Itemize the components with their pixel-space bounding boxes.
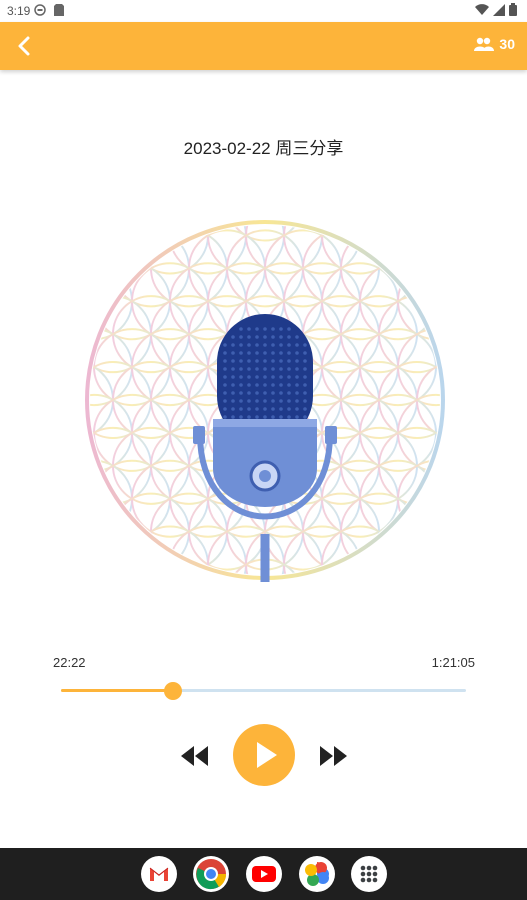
status-time: 3:19 bbox=[7, 4, 31, 18]
listener-count: 30 bbox=[499, 36, 515, 52]
rewind-button[interactable] bbox=[181, 746, 209, 766]
status-bar: 3:19 bbox=[0, 0, 527, 22]
people-icon bbox=[474, 37, 495, 51]
wifi-icon bbox=[475, 3, 489, 19]
fast-forward-icon bbox=[320, 746, 347, 766]
notification-icon bbox=[34, 4, 46, 19]
app-drawer-icon[interactable] bbox=[351, 856, 387, 892]
seek-bar[interactable] bbox=[61, 682, 466, 700]
app-bar: 30 bbox=[0, 22, 527, 70]
gmail-icon[interactable] bbox=[141, 856, 177, 892]
seek-thumb[interactable] bbox=[163, 682, 182, 700]
episode-title: 2023-02-22 周三分享 bbox=[183, 139, 344, 158]
signal-icon bbox=[493, 3, 505, 19]
sd-card-icon bbox=[54, 4, 64, 19]
episode-artwork bbox=[80, 214, 450, 586]
playback-controls bbox=[0, 724, 527, 788]
total-time: 1:21:05 bbox=[431, 655, 475, 670]
current-time: 22:22 bbox=[53, 655, 86, 670]
listeners-button[interactable]: 30 bbox=[474, 36, 515, 52]
youtube-icon[interactable] bbox=[246, 856, 282, 892]
play-icon bbox=[257, 742, 277, 768]
navigation-dock bbox=[0, 848, 527, 900]
seek-progress bbox=[61, 689, 173, 692]
photos-icon[interactable] bbox=[299, 856, 335, 892]
chevron-left-icon bbox=[18, 36, 30, 56]
chrome-icon[interactable] bbox=[193, 856, 229, 892]
play-button[interactable] bbox=[233, 724, 295, 786]
microphone-flower-of-life-image bbox=[85, 220, 445, 582]
battery-icon bbox=[509, 3, 517, 19]
back-button[interactable] bbox=[10, 32, 40, 60]
fast-forward-button[interactable] bbox=[319, 746, 347, 766]
rewind-icon bbox=[181, 746, 208, 766]
